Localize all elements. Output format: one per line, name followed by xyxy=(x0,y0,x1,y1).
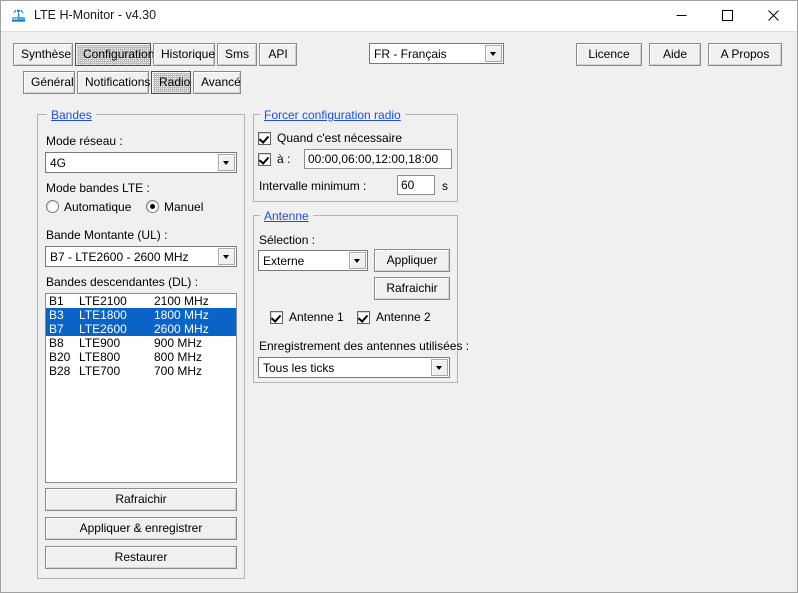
list-item-band: B20 xyxy=(49,350,70,364)
bandes-dl-listbox[interactable]: B1 LTE2100 2100 MHz B3 LTE1800 1800 MHz … xyxy=(45,293,237,483)
title-bar: LTE H-Monitor - v4.30 xyxy=(1,1,797,32)
list-item-name: LTE1800 xyxy=(79,308,127,322)
list-item-freq: 2600 MHz xyxy=(154,322,209,336)
list-item[interactable]: B7 LTE2600 2600 MHz xyxy=(46,322,236,336)
intervalle-minimum-label: Intervalle minimum : xyxy=(259,179,366,193)
forcer-config-caption: Forcer configuration radio xyxy=(260,108,405,122)
list-item-freq: 1800 MHz xyxy=(154,308,209,322)
list-item[interactable]: B1 LTE2100 2100 MHz xyxy=(46,294,236,308)
appliquer-antenne-button[interactable]: Appliquer xyxy=(374,249,450,272)
radio-manuel[interactable] xyxy=(146,200,159,213)
list-item-name: LTE2100 xyxy=(79,294,127,308)
bande-montante-combo[interactable]: B7 - LTE2600 - 2600 MHz xyxy=(45,246,237,267)
a-propos-button[interactable]: A Propos xyxy=(708,43,782,66)
mode-bandes-lte-label: Mode bandes LTE : xyxy=(46,181,150,195)
chevron-down-icon[interactable] xyxy=(349,252,366,269)
tab-configuration[interactable]: Configuration xyxy=(75,43,151,66)
radio-manuel-label: Manuel xyxy=(164,200,203,214)
quand-necessaire-checkbox[interactable] xyxy=(258,132,271,145)
bandes-dl-label: Bandes descendantes (DL) : xyxy=(46,275,198,289)
quand-necessaire-label: Quand c'est nécessaire xyxy=(277,131,402,145)
close-icon xyxy=(768,10,779,21)
mode-reseau-combo[interactable]: 4G xyxy=(45,152,237,173)
a-heures-label: à : xyxy=(277,152,290,166)
antenne1-checkbox[interactable] xyxy=(270,311,283,324)
antenne-selection-combo[interactable]: Externe xyxy=(258,250,368,271)
chevron-down-icon[interactable] xyxy=(431,359,448,376)
language-combo[interactable]: FR - Français xyxy=(369,43,504,64)
bandes-group-caption: Bandes xyxy=(47,108,96,122)
list-item-name: LTE2600 xyxy=(79,322,127,336)
list-item[interactable]: B28 LTE700 700 MHz xyxy=(46,364,236,378)
router-antenna-icon xyxy=(10,8,27,25)
list-item-band: B1 xyxy=(49,294,64,308)
list-item-freq: 2100 MHz xyxy=(154,294,209,308)
list-item[interactable]: B3 LTE1800 1800 MHz xyxy=(46,308,236,322)
list-item-freq: 700 MHz xyxy=(154,364,202,378)
antenne2-label: Antenne 2 xyxy=(376,310,431,324)
list-item-band: B3 xyxy=(49,308,64,322)
mode-reseau-value: 4G xyxy=(50,156,66,170)
list-item[interactable]: B8 LTE900 900 MHz xyxy=(46,336,236,350)
enregistrement-antennes-combo[interactable]: Tous les ticks xyxy=(258,357,450,378)
antenne-group-caption: Antenne xyxy=(260,209,313,223)
bande-montante-value: B7 - LTE2600 - 2600 MHz xyxy=(50,250,189,264)
intervalle-minimum-input[interactable]: 60 xyxy=(397,175,435,195)
list-item-freq: 800 MHz xyxy=(154,350,202,364)
bande-montante-label: Bande Montante (UL) : xyxy=(46,228,167,242)
window-title: LTE H-Monitor - v4.30 xyxy=(34,8,156,22)
licence-button[interactable]: Licence xyxy=(576,43,642,66)
list-item-name: LTE800 xyxy=(79,350,120,364)
close-button[interactable] xyxy=(750,1,796,30)
aide-button[interactable]: Aide xyxy=(649,43,701,66)
restaurer-button[interactable]: Restaurer xyxy=(45,546,237,569)
a-heures-checkbox[interactable] xyxy=(258,153,271,166)
tab-notifications[interactable]: Notifications xyxy=(77,71,149,94)
maximize-icon xyxy=(722,10,733,21)
rafraichir-antenne-button[interactable]: Rafraichir xyxy=(374,277,450,300)
tab-historique[interactable]: Historique xyxy=(153,43,215,66)
intervalle-unit-label: s xyxy=(442,179,448,193)
maximize-button[interactable] xyxy=(704,1,750,30)
chevron-down-icon[interactable] xyxy=(218,154,235,171)
enregistrement-antennes-label: Enregistrement des antennes utilisées : xyxy=(259,339,469,353)
list-item-band: B8 xyxy=(49,336,64,350)
tab-synthese[interactable]: Synthèse xyxy=(13,43,73,66)
antenne2-checkbox[interactable] xyxy=(357,311,370,324)
appliquer-enregistrer-button[interactable]: Appliquer & enregistrer xyxy=(45,517,237,540)
chevron-down-icon[interactable] xyxy=(218,248,235,265)
application-window: LTE H-Monitor - v4.30 Synthèse Configura… xyxy=(0,0,798,593)
minimize-button[interactable] xyxy=(658,1,704,30)
mode-reseau-label: Mode réseau : xyxy=(46,134,123,148)
enregistrement-antennes-value: Tous les ticks xyxy=(263,361,334,375)
antenne-selection-value: Externe xyxy=(263,254,304,268)
list-item-band: B28 xyxy=(49,364,70,378)
radio-automatique[interactable] xyxy=(46,200,59,213)
rafraichir-bandes-button[interactable]: Rafraichir xyxy=(45,488,237,511)
tab-general[interactable]: Général xyxy=(23,71,75,94)
heures-input[interactable]: 00:00,06:00,12:00,18:00 xyxy=(304,149,452,169)
tab-sms[interactable]: Sms xyxy=(217,43,257,66)
radio-automatique-label: Automatique xyxy=(64,200,131,214)
list-item-name: LTE900 xyxy=(79,336,120,350)
language-combo-value: FR - Français xyxy=(374,47,447,61)
minimize-icon xyxy=(676,10,687,21)
list-item[interactable]: B20 LTE800 800 MHz xyxy=(46,350,236,364)
chevron-down-icon[interactable] xyxy=(485,45,502,62)
list-item-freq: 900 MHz xyxy=(154,336,202,350)
antenne1-label: Antenne 1 xyxy=(289,310,344,324)
tab-radio[interactable]: Radio xyxy=(151,71,191,94)
tab-avance[interactable]: Avancé xyxy=(193,71,241,94)
list-item-name: LTE700 xyxy=(79,364,120,378)
list-item-band: B7 xyxy=(49,322,64,336)
selection-label: Sélection : xyxy=(259,233,315,247)
tab-api[interactable]: API xyxy=(259,43,297,66)
